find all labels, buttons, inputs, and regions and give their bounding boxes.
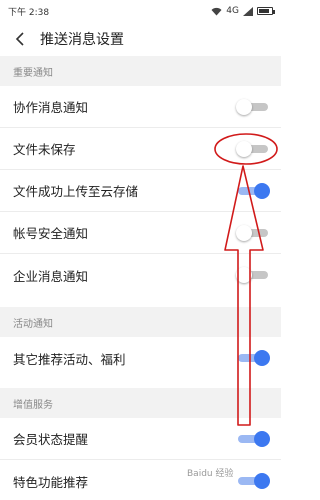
setting-row-unsaved-file: 文件未保存: [0, 128, 281, 170]
setting-label: 帐号安全通知: [13, 226, 89, 241]
chevron-left-icon: [15, 32, 24, 46]
setting-label: 文件成功上传至云存储: [13, 184, 139, 199]
toggle-switch[interactable]: [236, 224, 268, 241]
wifi-icon: [211, 7, 222, 15]
setting-label: 文件未保存: [13, 142, 76, 157]
header: 推送消息设置: [0, 22, 281, 56]
setting-row-promotions: 其它推荐活动、福利: [0, 337, 281, 379]
toggle-switch[interactable]: [236, 267, 268, 283]
setting-row-account-security: 帐号安全通知: [0, 212, 281, 254]
status-time: 下午 2:38: [8, 7, 50, 18]
setting-label: 企业消息通知: [13, 268, 89, 284]
toggle-switch[interactable]: [238, 350, 270, 366]
network-type: 4G: [226, 6, 239, 16]
toggle-switch[interactable]: [236, 98, 268, 115]
toggle-switch[interactable]: [238, 182, 270, 199]
setting-row-enterprise: 企业消息通知: [0, 254, 281, 296]
signal-icon: [243, 6, 253, 16]
toggle-switch[interactable]: [238, 430, 270, 447]
setting-label: 会员状态提醒: [13, 432, 89, 447]
setting-row-membership: 会员状态提醒: [0, 418, 281, 460]
section-header-important: 重要通知: [0, 56, 281, 86]
setting-row-collab: 协作消息通知: [0, 86, 281, 128]
setting-row-cloud-upload: 文件成功上传至云存储: [0, 170, 281, 212]
setting-label: 协作消息通知: [13, 100, 89, 115]
back-button[interactable]: [0, 22, 40, 56]
setting-label: 特色功能推荐: [13, 474, 89, 490]
page-title: 推送消息设置: [40, 32, 124, 48]
watermark: Baidu 经验: [187, 469, 234, 479]
status-icons: 4G: [211, 6, 275, 16]
section-header-activity: 活动通知: [0, 307, 281, 337]
status-bar: 下午 2:38 4G: [0, 0, 281, 22]
setting-label: 其它推荐活动、福利: [13, 351, 126, 367]
toggle-switch[interactable]: [236, 140, 268, 157]
setting-row-featured: 特色功能推荐: [0, 460, 281, 500]
toggle-switch[interactable]: [238, 473, 270, 489]
battery-icon: [257, 7, 275, 15]
section-header-value-added: 增值服务: [0, 388, 281, 418]
